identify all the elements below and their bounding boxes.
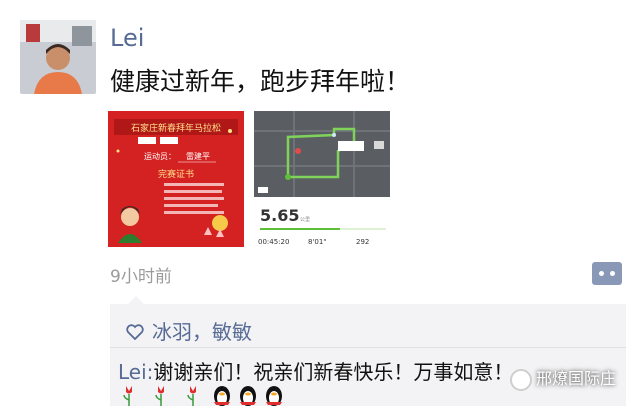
athlete-name: 雷建平 [186, 151, 210, 161]
panel-pointer [128, 296, 144, 304]
emoji-row [120, 384, 320, 406]
penguin-icon [240, 386, 256, 406]
watermark: 邢燎国际庄 [510, 365, 616, 391]
penguin-icon [266, 386, 282, 406]
post-time: 9小时前 [110, 267, 172, 287]
penguin-icon [214, 386, 230, 406]
distance-unit: 公里 [300, 217, 310, 223]
comment[interactable]: Lei:谢谢亲们！祝亲们新春快乐！万事如意！ [118, 356, 513, 385]
avatar[interactable] [20, 20, 96, 94]
run-distance: 5.65 [260, 206, 299, 225]
comment-menu-button[interactable] [592, 262, 622, 285]
run-duration: 00:45:20 [258, 238, 289, 246]
heart-icon [126, 320, 144, 344]
divider [110, 347, 626, 348]
run-map-image[interactable]: 5.65 公里 00:45:20 8'01" 292 [254, 111, 390, 247]
run-pace: 8'01" [308, 238, 327, 246]
wechat-logo-icon [510, 368, 532, 391]
likes-row: 冰羽，敏敏 [126, 316, 252, 345]
dot-icon [610, 271, 615, 276]
comment-text: 谢谢亲们！祝亲们新春快乐！万事如意！ [153, 360, 514, 384]
certificate-image[interactable]: 石家庄新春拜年马拉松 运动员： 雷建平 完赛证书 [108, 111, 244, 247]
tulip-icon [123, 386, 132, 406]
athlete-label: 运动员： [144, 151, 176, 161]
run-calories: 292 [356, 238, 369, 246]
dot-icon [599, 271, 604, 276]
comment-author[interactable]: Lei: [118, 360, 153, 384]
author-name[interactable]: Lei [110, 24, 144, 52]
likes-names[interactable]: 冰羽，敏敏 [152, 320, 252, 344]
tulip-icon [155, 386, 164, 406]
certificate-title: 石家庄新春拜年马拉松 [131, 122, 221, 134]
tulip-icon [187, 386, 196, 406]
watermark-text: 邢燎国际庄 [536, 369, 617, 388]
cert-title: 完赛证书 [158, 168, 194, 180]
post-text: 健康过新年，跑步拜年啦！ [110, 67, 411, 96]
